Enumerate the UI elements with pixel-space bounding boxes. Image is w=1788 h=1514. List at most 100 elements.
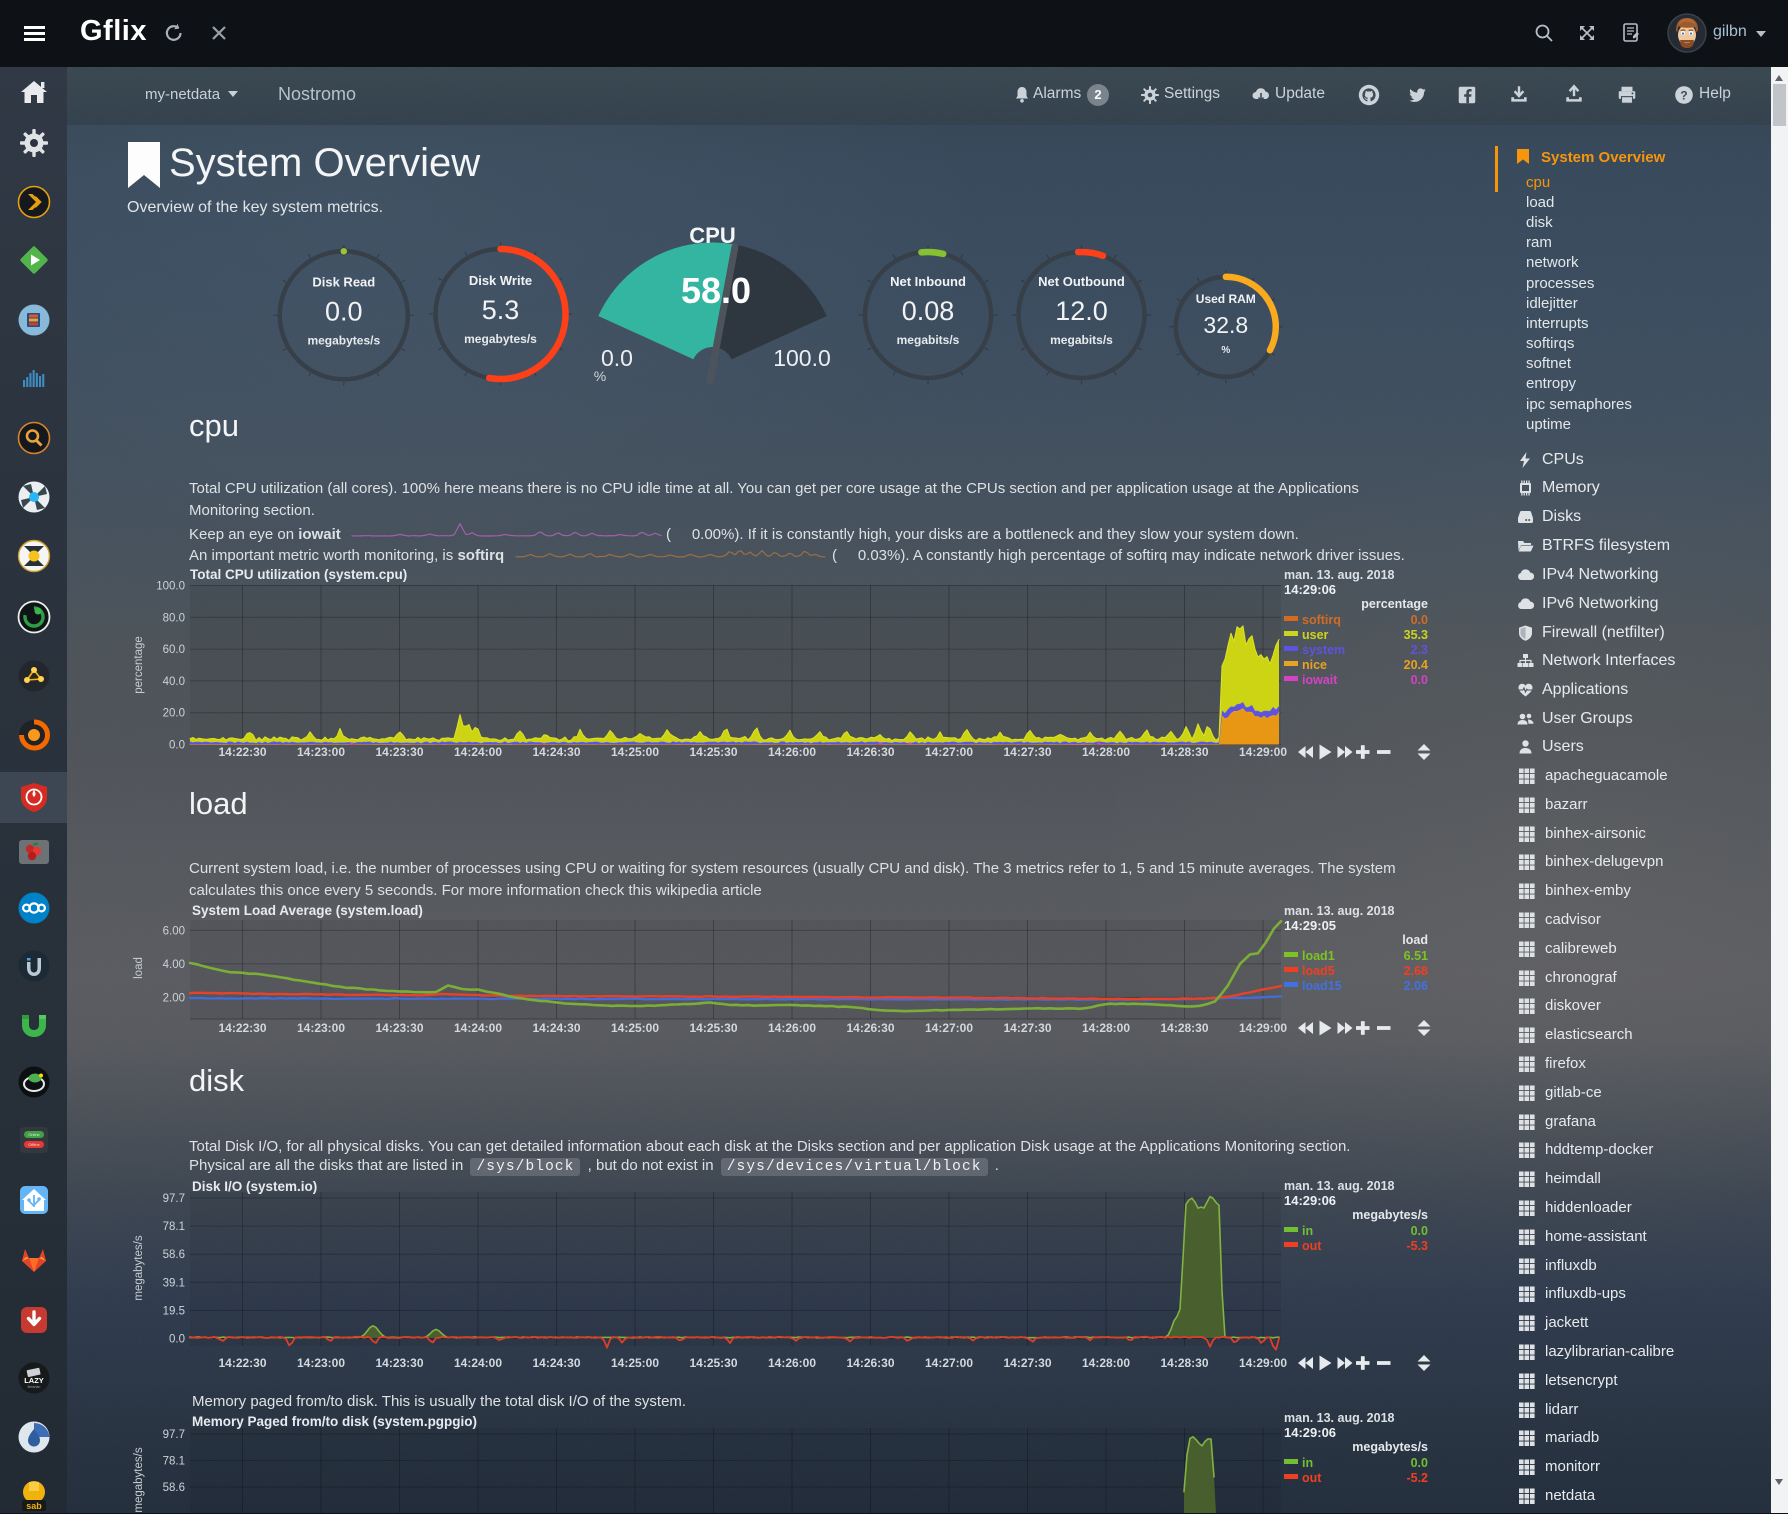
svg-text:97.7: 97.7 xyxy=(163,1193,185,1205)
svg-text:14:28:00: 14:28:00 xyxy=(1082,1021,1130,1035)
svg-text:78.1: 78.1 xyxy=(163,1221,185,1233)
svg-text:14:25:00: 14:25:00 xyxy=(611,1021,659,1035)
svg-text:14:22:30: 14:22:30 xyxy=(218,1021,266,1035)
svg-text:load: load xyxy=(1402,933,1428,947)
svg-text:14:26:30: 14:26:30 xyxy=(846,1021,894,1035)
svg-text:14:27:30: 14:27:30 xyxy=(1003,1021,1051,1035)
svg-text:14:24:00: 14:24:00 xyxy=(454,745,502,759)
svg-text:14:26:30: 14:26:30 xyxy=(846,1356,894,1370)
svg-text:percentage: percentage xyxy=(133,636,145,694)
svg-text:megabytes/s: megabytes/s xyxy=(307,333,380,347)
svg-text:14:27:30: 14:27:30 xyxy=(1003,745,1051,759)
svg-text:load: load xyxy=(133,957,145,979)
svg-text:%: % xyxy=(1221,345,1230,356)
svg-text:megabytes/s: megabytes/s xyxy=(133,1235,145,1300)
svg-text:14:29:00: 14:29:00 xyxy=(1239,745,1287,759)
svg-text:14:28:30: 14:28:30 xyxy=(1160,745,1208,759)
svg-text:14:28:30: 14:28:30 xyxy=(1160,1021,1208,1035)
svg-text:0.0: 0.0 xyxy=(325,296,363,326)
svg-text:System Load Average (system.lo: System Load Average (system.load) xyxy=(192,903,423,918)
svg-text:40.0: 40.0 xyxy=(163,676,185,688)
svg-text:14:24:30: 14:24:30 xyxy=(532,745,580,759)
svg-text:14:24:30: 14:24:30 xyxy=(532,1021,580,1035)
svg-text:megabytes/s: megabytes/s xyxy=(464,332,537,346)
svg-text:-5.2: -5.2 xyxy=(1406,1471,1428,1485)
svg-text:6.00: 6.00 xyxy=(163,925,185,937)
svg-text:14:23:00: 14:23:00 xyxy=(297,1356,345,1370)
svg-text:58.6: 58.6 xyxy=(163,1249,185,1261)
svg-text:14:25:30: 14:25:30 xyxy=(689,745,737,759)
svg-text:14:23:30: 14:23:30 xyxy=(375,745,423,759)
svg-text:megabytes/s: megabytes/s xyxy=(1352,1440,1428,1454)
svg-text:load15: load15 xyxy=(1302,979,1342,993)
svg-text:out: out xyxy=(1302,1239,1322,1253)
svg-text:CPU: CPU xyxy=(689,223,735,248)
svg-text:14:24:00: 14:24:00 xyxy=(454,1021,502,1035)
svg-text:%: % xyxy=(594,368,606,384)
svg-text:100.0: 100.0 xyxy=(156,581,185,593)
svg-text:14:22:30: 14:22:30 xyxy=(218,1356,266,1370)
svg-text:softirq: softirq xyxy=(1302,613,1341,627)
svg-text:0.0: 0.0 xyxy=(1411,1224,1428,1238)
svg-text:14:25:30: 14:25:30 xyxy=(689,1356,737,1370)
svg-text:Disk Read: Disk Read xyxy=(312,274,375,289)
svg-text:in: in xyxy=(1302,1224,1313,1238)
svg-text:0.0: 0.0 xyxy=(169,740,185,752)
svg-text:58.6: 58.6 xyxy=(163,1482,185,1494)
svg-text:Used RAM: Used RAM xyxy=(1196,292,1256,306)
svg-text:6.51: 6.51 xyxy=(1404,949,1428,963)
svg-text:load5: load5 xyxy=(1302,964,1335,978)
svg-text:14:26:30: 14:26:30 xyxy=(846,745,894,759)
svg-text:20.4: 20.4 xyxy=(1404,658,1428,672)
svg-text:12.0: 12.0 xyxy=(1055,296,1108,326)
svg-text:14:25:30: 14:25:30 xyxy=(689,1021,737,1035)
svg-text:Net Outbound: Net Outbound xyxy=(1038,274,1125,289)
svg-text:60.0: 60.0 xyxy=(163,644,185,656)
svg-text:14:29:00: 14:29:00 xyxy=(1239,1021,1287,1035)
svg-text:14:29:06: 14:29:06 xyxy=(1284,582,1336,597)
svg-text:nice: nice xyxy=(1302,658,1327,672)
svg-text:megabits/s: megabits/s xyxy=(1050,333,1113,347)
svg-text:in: in xyxy=(1302,1456,1313,1470)
svg-text:14:23:00: 14:23:00 xyxy=(297,745,345,759)
svg-text:megabits/s: megabits/s xyxy=(897,333,960,347)
svg-text:20.0: 20.0 xyxy=(163,708,185,720)
svg-text:megabytes/s: megabytes/s xyxy=(1352,1208,1428,1222)
svg-text:14:24:00: 14:24:00 xyxy=(454,1356,502,1370)
svg-text:14:23:00: 14:23:00 xyxy=(297,1021,345,1035)
svg-text:14:24:30: 14:24:30 xyxy=(532,1356,580,1370)
svg-text:man. 13. aug. 2018: man. 13. aug. 2018 xyxy=(1284,1411,1395,1425)
svg-text:2.06: 2.06 xyxy=(1404,979,1428,993)
svg-text:14:26:00: 14:26:00 xyxy=(768,745,816,759)
svg-text:2.00: 2.00 xyxy=(163,992,185,1004)
svg-text:14:28:00: 14:28:00 xyxy=(1082,1356,1130,1370)
svg-text:14:23:30: 14:23:30 xyxy=(375,1356,423,1370)
svg-text:man. 13. aug. 2018: man. 13. aug. 2018 xyxy=(1284,1180,1395,1193)
svg-text:man. 13. aug. 2018: man. 13. aug. 2018 xyxy=(1284,904,1395,918)
svg-text:14:26:00: 14:26:00 xyxy=(768,1356,816,1370)
svg-text:percentage: percentage xyxy=(1361,597,1428,611)
svg-text:14:28:30: 14:28:30 xyxy=(1160,1356,1208,1370)
svg-text:14:22:30: 14:22:30 xyxy=(218,745,266,759)
svg-text:Total CPU utilization (system.: Total CPU utilization (system.cpu) xyxy=(190,567,407,582)
svg-text:man. 13. aug. 2018: man. 13. aug. 2018 xyxy=(1284,568,1395,582)
svg-text:user: user xyxy=(1302,628,1329,642)
svg-text:iowait: iowait xyxy=(1302,673,1338,687)
svg-text:2.3: 2.3 xyxy=(1411,643,1428,657)
svg-text:Net Inbound: Net Inbound xyxy=(890,274,966,289)
svg-text:Memory Paged from/to disk (sys: Memory Paged from/to disk (system.pgpgio… xyxy=(192,1414,477,1429)
svg-text:system: system xyxy=(1302,643,1345,657)
svg-text:5.3: 5.3 xyxy=(482,295,520,325)
svg-text:14:27:00: 14:27:00 xyxy=(925,1021,973,1035)
svg-text:14:27:30: 14:27:30 xyxy=(1003,1356,1051,1370)
svg-text:14:29:06: 14:29:06 xyxy=(1284,1425,1336,1440)
svg-text:out: out xyxy=(1302,1471,1322,1485)
svg-text:32.8: 32.8 xyxy=(1203,312,1248,338)
svg-text:35.3: 35.3 xyxy=(1404,628,1428,642)
svg-text:80.0: 80.0 xyxy=(163,612,185,624)
svg-text:19.5: 19.5 xyxy=(163,1305,185,1317)
svg-text:78.1: 78.1 xyxy=(163,1456,185,1468)
svg-text:14:27:00: 14:27:00 xyxy=(925,745,973,759)
svg-text:0.0: 0.0 xyxy=(169,1334,185,1346)
svg-text:Disk Write: Disk Write xyxy=(469,273,532,288)
